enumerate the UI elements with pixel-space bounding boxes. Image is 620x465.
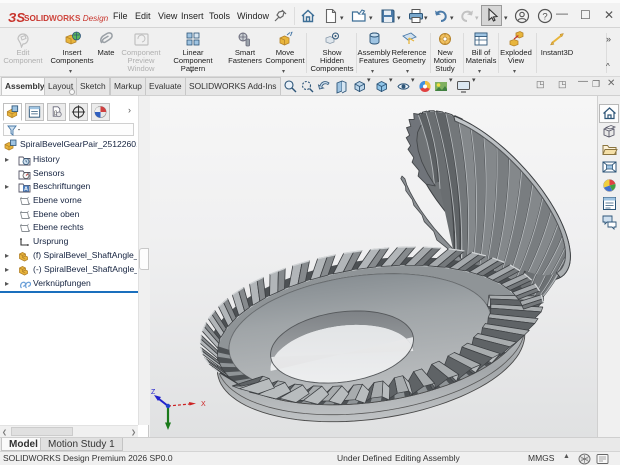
- svg-text:SOLIDWORKS Design: SOLIDWORKS Design: [24, 14, 109, 23]
- svg-text:ЗS: ЗS: [8, 10, 25, 25]
- svg-text:Z: Z: [151, 389, 156, 396]
- svg-text:X: X: [201, 401, 206, 408]
- svg-text:A: A: [24, 187, 28, 193]
- svg-text:?: ?: [542, 12, 547, 23]
